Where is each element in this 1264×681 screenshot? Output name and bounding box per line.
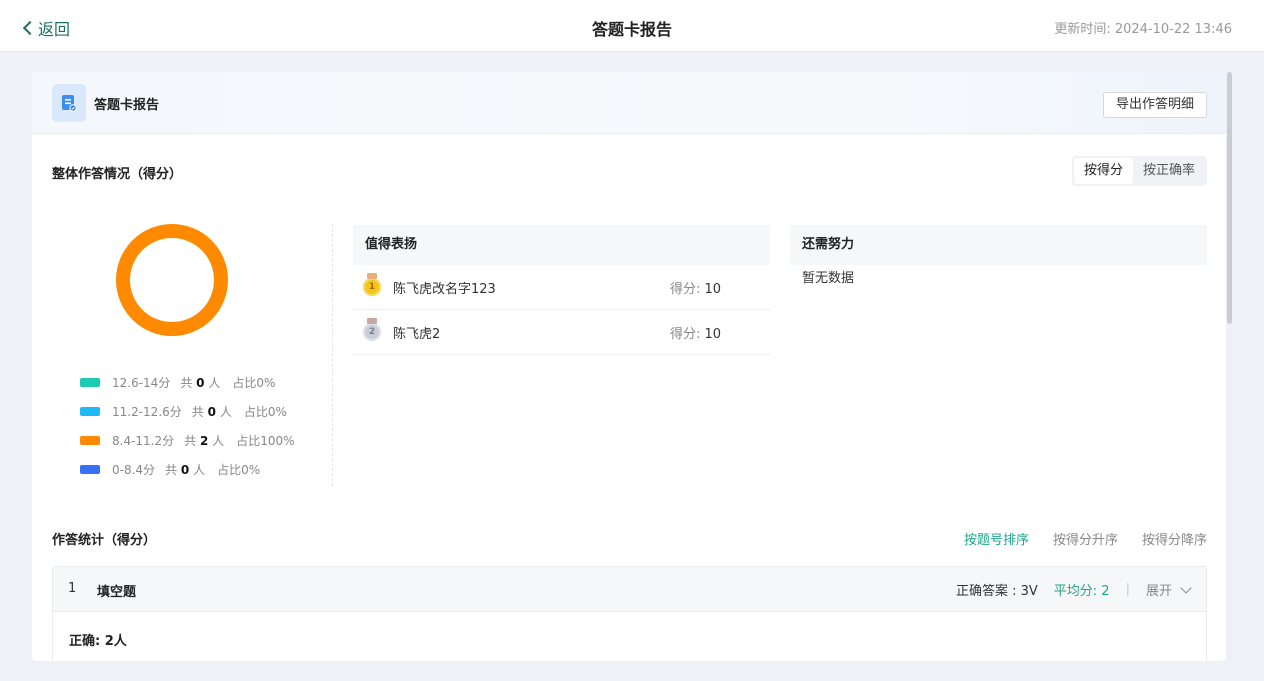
student-name: 陈飞虎改名字123 (393, 281, 496, 297)
question-number: 1 (68, 581, 77, 596)
stats-title: 作答统计（得分） (52, 533, 157, 548)
legend-percent: 占比100% (236, 434, 295, 448)
update-time: 更新时间: 2024-10-22 13:46 (1054, 22, 1232, 37)
silver-medal-icon: 2 (363, 318, 381, 341)
legend-swatch (80, 378, 100, 387)
overview-title: 整体作答情况（得分） (52, 167, 183, 182)
average-score: 平均分: 2 (1053, 584, 1110, 599)
legend-range: 11.2-12.6分 (112, 405, 182, 419)
top-bar: 返回 答题卡报告 更新时间: 2024-10-22 13:46 (0, 0, 1264, 52)
student-score: 得分: 10 (670, 281, 722, 297)
question-panel: 1 填空题 正确答案 : 3V 平均分: 2 | 展开 正确: 2人 (52, 566, 1207, 661)
sort-by-number[interactable]: 按题号排序 (964, 529, 1029, 548)
gold-medal-icon: 1 (363, 273, 381, 296)
needs-effort-table: 还需努力 暂无数据 (790, 225, 1207, 286)
student-score: 得分: 10 (670, 326, 722, 342)
scrollbar[interactable] (1227, 72, 1232, 324)
legend-percent: 占比0% (217, 463, 261, 477)
legend-row: 0-8.4分 共 0 人 占比0% (80, 455, 295, 484)
praise-row: 2 陈飞虎2 得分: 10 (353, 310, 770, 355)
empty-state: 暂无数据 (802, 271, 855, 286)
legend-range: 12.6-14分 (112, 376, 171, 390)
sort-score-asc[interactable]: 按得分升序 (1053, 529, 1118, 548)
chevron-down-icon (1180, 581, 1192, 594)
overview-toggle: 按得分 按正确率 (1071, 156, 1207, 186)
legend-count: 共 0 人 (180, 376, 221, 390)
legend-range: 0-8.4分 (112, 463, 156, 477)
expand-label: 展开 (1145, 584, 1172, 599)
legend-range: 8.4-11.2分 (112, 434, 175, 448)
praise-table: 值得表扬 1 陈飞虎改名字123 得分: 10 2 陈飞虎2 得分: 10 (353, 225, 770, 355)
student-name: 陈飞虎2 (393, 326, 441, 342)
correct-count: 正确: 2人 (69, 634, 127, 649)
effort-title: 还需努力 (790, 225, 1207, 265)
question-summary: 正确答案 : 3V 平均分: 2 | 展开 (955, 580, 1192, 599)
sort-options: 按题号排序 按得分升序 按得分降序 (940, 529, 1207, 548)
separator: | (1125, 582, 1130, 597)
legend-swatch (80, 436, 100, 445)
score-donut-chart (116, 224, 228, 336)
legend-row: 8.4-11.2分 共 2 人 占比100% (80, 426, 295, 455)
legend-percent: 占比0% (243, 405, 287, 419)
legend-percent: 占比0% (232, 376, 276, 390)
legend-count: 共 2 人 (184, 434, 225, 448)
legend-count: 共 0 人 (191, 405, 232, 419)
legend-swatch (80, 407, 100, 416)
expand-button[interactable]: 展开 (1145, 580, 1192, 599)
sort-score-desc[interactable]: 按得分降序 (1142, 529, 1207, 548)
toggle-by-accuracy[interactable]: 按正确率 (1133, 158, 1205, 184)
correct-answer: 正确答案 : 3V (955, 584, 1038, 599)
legend-row: 12.6-14分 共 0 人 占比0% (80, 368, 295, 397)
export-details-button[interactable]: 导出作答明细 (1102, 92, 1207, 118)
legend-swatch (80, 465, 100, 474)
question-header: 1 填空题 正确答案 : 3V 平均分: 2 | 展开 (53, 567, 1206, 612)
score-legend: 12.6-14分 共 0 人 占比0% 11.2-12.6分 共 0 人 占比0… (80, 368, 295, 484)
divider (332, 224, 333, 486)
card-header: 答题卡报告 导出作答明细 (32, 72, 1226, 134)
toggle-by-score[interactable]: 按得分 (1073, 158, 1133, 184)
donut-ring (116, 224, 228, 336)
card-title: 答题卡报告 (94, 98, 160, 113)
praise-title: 值得表扬 (353, 225, 770, 265)
legend-row: 11.2-12.6分 共 0 人 占比0% (80, 397, 295, 426)
document-icon (52, 84, 86, 122)
question-type: 填空题 (97, 585, 137, 600)
legend-count: 共 0 人 (165, 463, 206, 477)
praise-row: 1 陈飞虎改名字123 得分: 10 (353, 265, 770, 310)
report-card: 答题卡报告 导出作答明细 整体作答情况（得分） 按得分 按正确率 12.6-14… (32, 72, 1226, 661)
